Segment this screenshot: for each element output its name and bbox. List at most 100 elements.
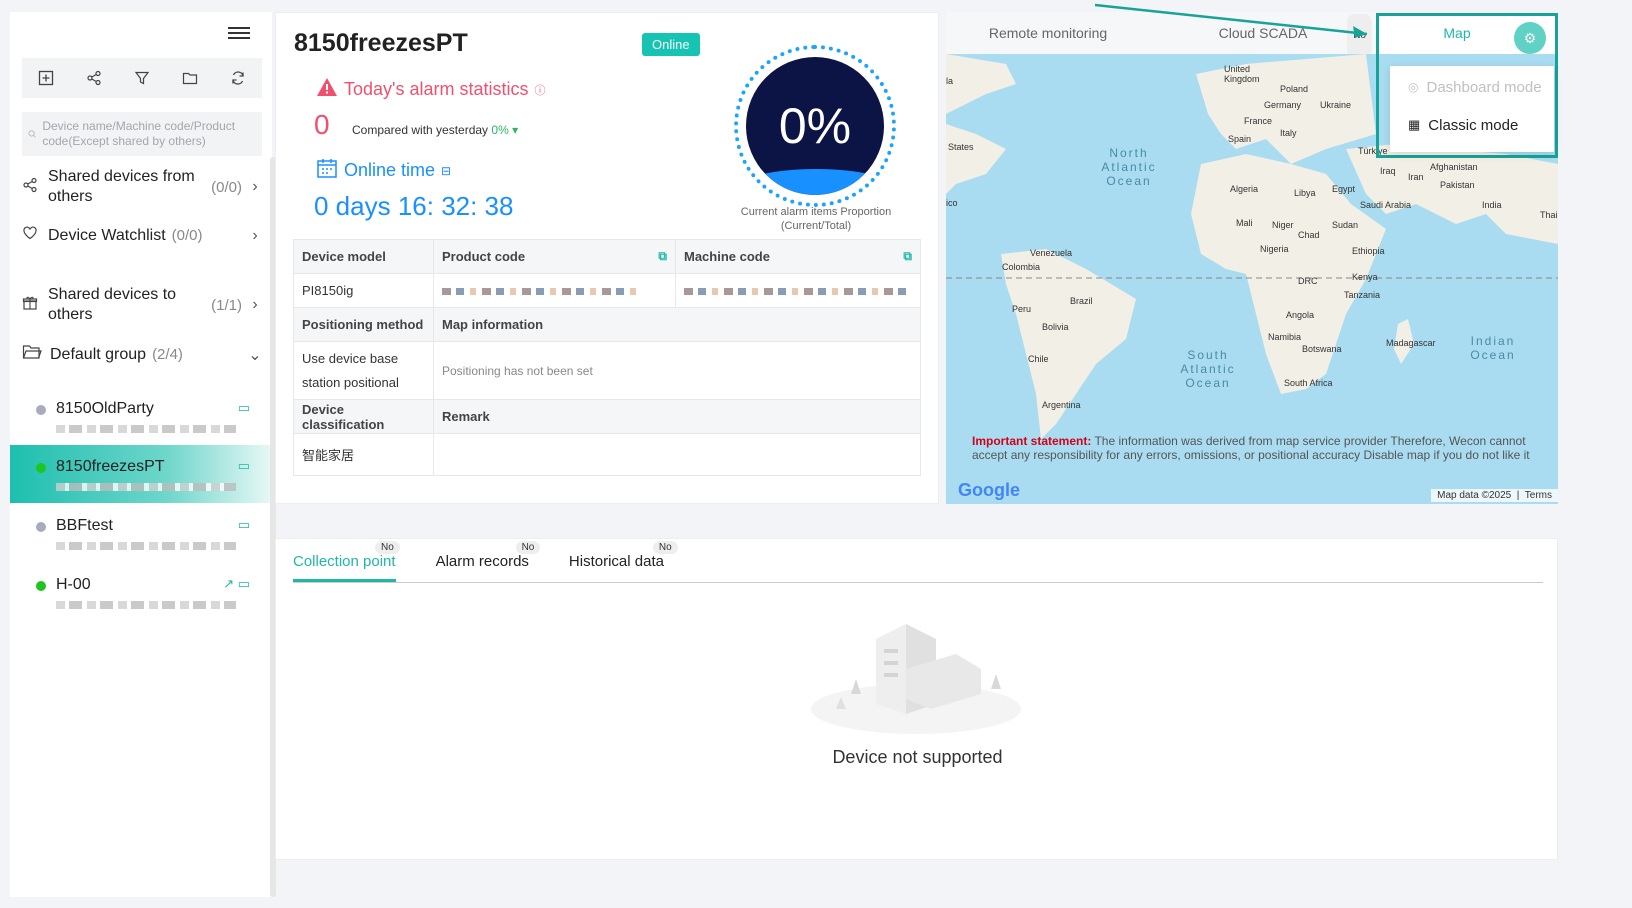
device-code-masked	[56, 542, 236, 550]
place-label: Botswana	[1302, 344, 1342, 354]
chevron-right-icon: ›	[252, 296, 258, 313]
place-label: Brazil	[1070, 296, 1093, 306]
ocean-label: South Atlantic Ocean	[1180, 348, 1236, 390]
tab-historical-data[interactable]: Historical data No	[568, 539, 678, 582]
share-icon[interactable]	[82, 66, 106, 90]
screen-icon[interactable]: ▭	[238, 400, 250, 416]
place-label: States	[948, 142, 974, 152]
device-search-input[interactable]: Device name/Machine code/Product code(Ex…	[22, 112, 262, 156]
place-label: Ethiopia	[1352, 246, 1385, 256]
place-label: Angola	[1286, 310, 1315, 320]
collapse-menu-icon[interactable]	[228, 24, 250, 44]
place-label: Afghanistan	[1430, 162, 1478, 172]
alarm-count: 0	[314, 109, 330, 140]
online-time-title: Online time ⊟	[316, 157, 451, 184]
share-icon	[22, 177, 38, 198]
sidebar-toolbar	[22, 58, 262, 98]
status-dot-offline	[36, 405, 46, 415]
machine-code-masked	[675, 273, 921, 308]
empty-building-illustration	[811, 624, 1021, 734]
annotation-arrow	[1095, 3, 1368, 38]
place-label: DRC	[1298, 276, 1318, 286]
device-item[interactable]: BBFtest ▭	[10, 504, 272, 562]
gauge-wave	[746, 169, 884, 195]
add-device-icon[interactable]	[34, 66, 58, 90]
gauge-value: 0%	[778, 98, 852, 154]
tab-label: Collection point	[293, 553, 396, 570]
menu-count: (0/0)	[211, 178, 242, 196]
caret-down-icon: ▾	[512, 123, 519, 137]
place-label: Mali	[1236, 218, 1253, 228]
classification-value: 智能家居	[293, 433, 434, 476]
place-label: Peru	[1012, 304, 1032, 314]
copy-icon[interactable]: ⧉	[903, 249, 912, 264]
place-label: la	[946, 76, 954, 86]
menu-shared-to-others[interactable]: Shared devices to others (1/1) ›	[22, 285, 262, 325]
tab-alarm-records[interactable]: Alarm records No	[435, 539, 541, 582]
header-classification: Device classification	[293, 399, 434, 434]
place-label: ico	[946, 198, 958, 208]
place-label: Chad	[1298, 230, 1320, 240]
terms-link[interactable]: Terms	[1525, 490, 1552, 501]
place-label: Libya	[1294, 188, 1316, 198]
device-name: 8150OldParty	[56, 400, 154, 417]
map-statement: Important statement: The information was…	[972, 434, 1542, 462]
device-name: H-00	[56, 576, 91, 593]
status-dot-online	[36, 463, 46, 473]
compare-yesterday: Compared with yesterday 0% ▾	[352, 123, 518, 137]
device-code-masked	[56, 601, 236, 609]
menu-shared-from-others[interactable]: Shared devices from others (0/0) ›	[22, 167, 262, 207]
tab-label: Alarm records	[435, 553, 529, 570]
folder-icon[interactable]	[178, 66, 202, 90]
place-label: Tanzania	[1344, 290, 1381, 300]
place-label: Italy	[1280, 128, 1297, 138]
place-label: Madagascar	[1386, 338, 1436, 348]
place-label: South Africa	[1284, 378, 1333, 388]
refresh-icon[interactable]	[226, 66, 250, 90]
chevron-right-icon: ›	[252, 226, 258, 244]
place-label: Venezuela	[1030, 248, 1073, 258]
device-item[interactable]: H-00 ↗ ▭	[10, 563, 272, 621]
bottom-tabs-card: Collection point No Alarm records No His…	[275, 538, 1558, 860]
device-title: 8150freezesPT	[294, 29, 468, 57]
device-name: 8150freezesPT	[56, 458, 165, 475]
place-label: Kenya	[1352, 272, 1378, 282]
chevron-right-icon: ›	[252, 178, 258, 195]
share-screen-icon[interactable]: ↗ ▭	[223, 576, 250, 592]
warning-icon	[316, 77, 338, 102]
place-label: United Kingdom	[1224, 64, 1260, 84]
ocean-label: North Atlantic Ocean	[1101, 146, 1157, 188]
header-remark: Remark	[433, 399, 921, 434]
sidebar: Device name/Machine code/Product code(Ex…	[10, 12, 276, 897]
chart-icon[interactable]: ⊟	[441, 164, 451, 178]
device-code-masked	[56, 425, 236, 433]
alarm-statistics-title: Today's alarm statistics ⓘ	[316, 77, 546, 102]
menu-device-watchlist[interactable]: Device Watchlist (0/0) ›	[22, 225, 262, 246]
header-label: Product code	[442, 249, 526, 264]
device-item-selected[interactable]: 8150freezesPT ▭	[10, 445, 272, 503]
device-item[interactable]: 8150OldParty ▭	[10, 387, 272, 445]
filter-icon[interactable]	[130, 66, 154, 90]
classic-mode-option[interactable]: ▦ Classic mode	[1390, 108, 1554, 142]
info-icon[interactable]: ⓘ	[535, 82, 546, 98]
screen-icon[interactable]: ▭	[238, 517, 250, 533]
map-info-value: Positioning has not been set	[433, 341, 921, 400]
tab-label: Historical data	[568, 553, 664, 570]
tab-collection-point[interactable]: Collection point No	[293, 539, 400, 582]
empty-state-text: Device not supported	[832, 747, 1003, 767]
menu-default-group[interactable]: Default group (2/4) ⌄	[22, 344, 262, 365]
positioning-value: Use device base station positional	[293, 341, 434, 400]
copy-icon[interactable]: ⧉	[658, 249, 667, 264]
place-label: France	[1244, 116, 1273, 126]
grid-icon: ▦	[1408, 117, 1421, 132]
device-name: BBFtest	[56, 517, 113, 534]
place-label: Egypt	[1332, 184, 1356, 194]
device-info-card: 8150freezesPT Online Today's alarm stati…	[275, 12, 939, 504]
dashboard-mode-option[interactable]: ◎ Dashboard mode	[1390, 70, 1554, 104]
header-label: Machine code	[684, 249, 770, 264]
settings-gear-icon[interactable]: ⚙	[1514, 22, 1546, 54]
bottom-tabs: Collection point No Alarm records No His…	[293, 539, 1543, 583]
no-badge: No	[375, 541, 400, 554]
screen-icon[interactable]: ▭	[238, 458, 250, 474]
gift-icon	[22, 295, 38, 316]
